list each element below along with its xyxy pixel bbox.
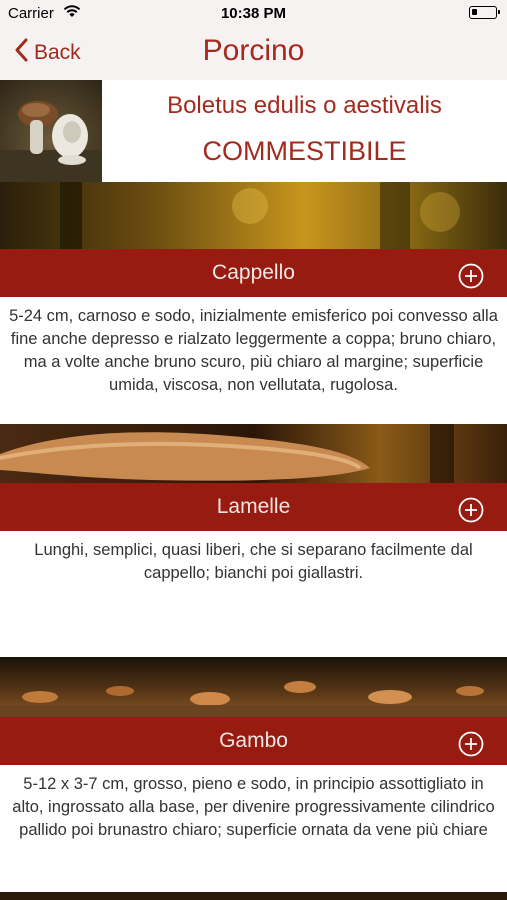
- edibility-label: COMMESTIBILE: [202, 136, 407, 166]
- section-header-lamelle[interactable]: Lamelle: [0, 483, 507, 531]
- plus-circle-icon[interactable]: [458, 493, 484, 523]
- back-label: Back: [34, 41, 81, 64]
- section-photo-gambo: [0, 657, 507, 717]
- section-text-cappello: 5-24 cm, carnoso e sodo, inizialmente em…: [0, 297, 507, 424]
- plus-circle-icon[interactable]: [458, 259, 484, 289]
- plus-circle-icon[interactable]: [458, 727, 484, 757]
- navigation-bar: Back Porcino: [0, 28, 507, 81]
- section-header-cappello[interactable]: Cappello: [0, 249, 507, 297]
- section-title: Cappello: [212, 261, 295, 284]
- section-title: Lamelle: [216, 495, 291, 518]
- back-button[interactable]: Back: [14, 38, 81, 68]
- clock: 10:38 PM: [220, 5, 287, 22]
- section-text-gambo: 5-12 x 3-7 cm, grosso, pieno e sodo, in …: [0, 765, 507, 892]
- mushroom-thumbnail[interactable]: [0, 80, 102, 182]
- section-photo-lamelle: [0, 424, 507, 483]
- scientific-name: Boletus edulis o aestivalis: [167, 92, 442, 119]
- status-bar: Carrier 10:38 PM: [0, 0, 507, 28]
- battery-icon: [469, 6, 500, 19]
- section-text-lamelle: Lunghi, semplici, quasi liberi, che si s…: [0, 531, 507, 657]
- section-photo-next: [0, 892, 507, 900]
- species-header: Boletus edulis o aestivalis COMMESTIBILE: [0, 80, 507, 182]
- section-header-gambo[interactable]: Gambo: [0, 717, 507, 765]
- section-title: Gambo: [219, 729, 288, 752]
- chevron-left-icon: [14, 38, 34, 68]
- section-photo-cappello: [0, 182, 507, 249]
